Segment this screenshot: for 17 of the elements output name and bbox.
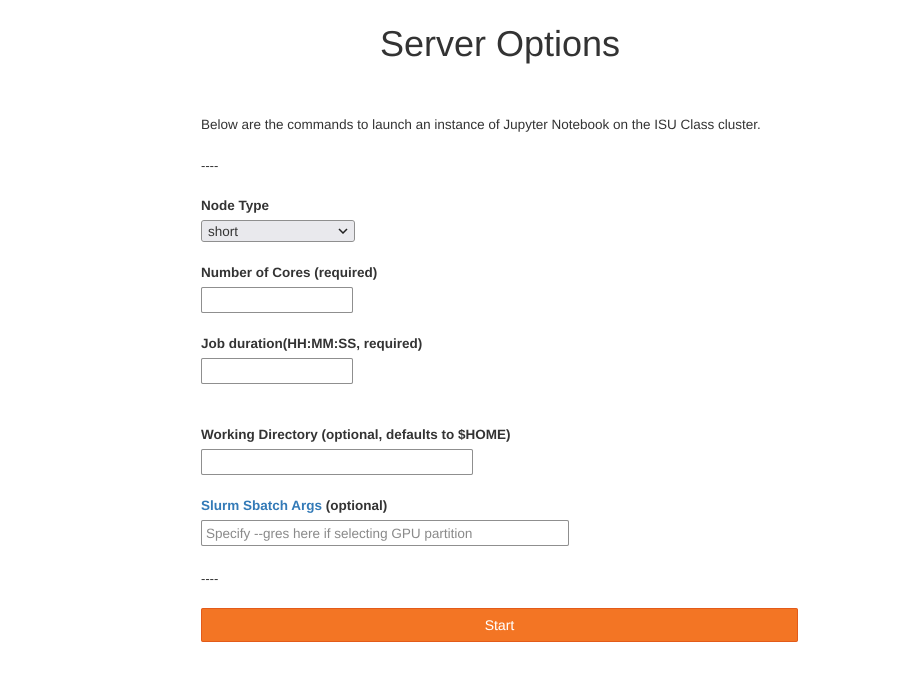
chevron-icon [338, 228, 348, 234]
input-field[interactable] [201, 287, 353, 313]
page-title: Server Options [378, 22, 622, 66]
intro-text: Below are the commands to launch an instance of Jupyter Notebook on the ISU Class cluster. [201, 116, 762, 134]
input-field[interactable] [201, 449, 473, 475]
separator-text: ---- [201, 157, 218, 175]
input-field[interactable] [201, 358, 353, 384]
field-label: Working Directory (optional, defaults to $HOME) [201, 426, 511, 444]
help-link[interactable]: Slurm Sbatch Args [201, 498, 322, 513]
select-field[interactable]: short [201, 220, 355, 242]
field-label: Node Type [201, 197, 270, 215]
separator-text: ---- [201, 570, 218, 588]
start-button[interactable]: Start [201, 608, 798, 642]
field-label: Number of Cores (required) [201, 264, 378, 282]
field-label: Slurm Sbatch Args (optional) [201, 497, 388, 515]
input-field[interactable]: Specify --gres here if selecting GPU partition [201, 520, 569, 546]
field-label: Job duration(HH:MM:SS, required) [201, 335, 422, 353]
